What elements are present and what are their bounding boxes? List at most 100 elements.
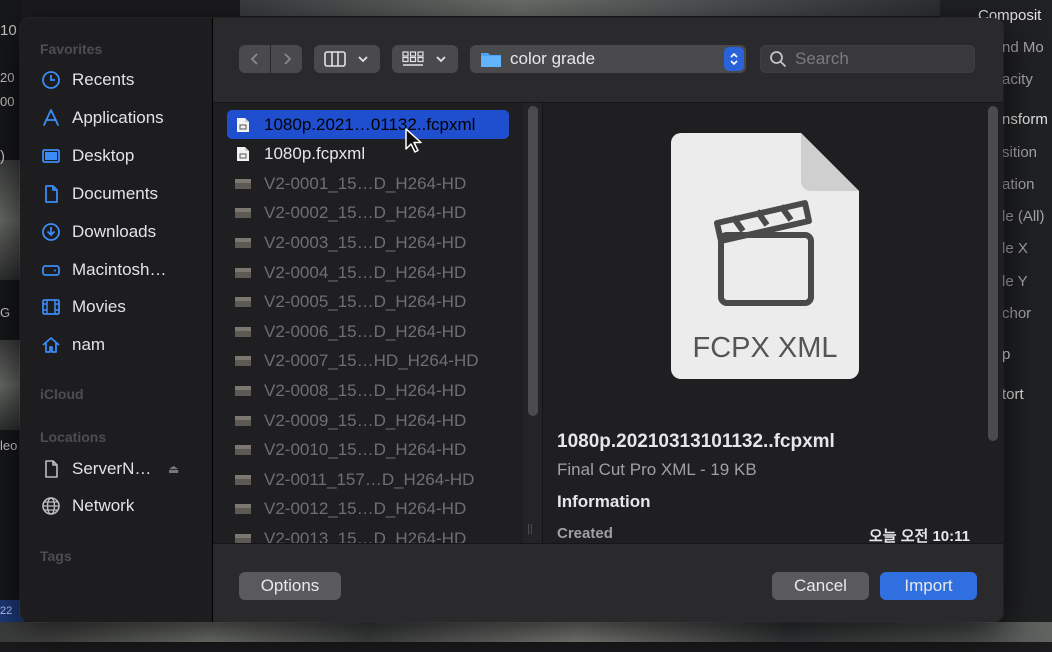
search-input[interactable] bbox=[793, 48, 967, 70]
search-field[interactable] bbox=[760, 45, 975, 73]
location-label: color grade bbox=[510, 49, 596, 68]
file-row: V2-0002_15…D_H264-HD bbox=[227, 199, 509, 228]
toolbar: color grade bbox=[213, 18, 1003, 103]
sidebar-section-locations: Locations bbox=[40, 429, 107, 445]
video-thumbnail-icon bbox=[235, 237, 251, 248]
sidebar: Favorites Recents Applications Desktop D… bbox=[20, 18, 213, 622]
download-icon bbox=[40, 221, 62, 243]
import-dialog: Favorites Recents Applications Desktop D… bbox=[20, 18, 1003, 622]
background-timeline-strip bbox=[0, 622, 1052, 642]
file-name: V2-0007_15…HD_H264-HD bbox=[264, 351, 479, 371]
sidebar-item-recents[interactable]: Recents bbox=[40, 63, 204, 97]
file-name: V2-0010_15…D_H264-HD bbox=[264, 440, 467, 460]
inspector-row: tort bbox=[1002, 386, 1024, 403]
preview-scrollbar[interactable] bbox=[988, 106, 998, 441]
video-thumbnail-icon bbox=[235, 415, 251, 426]
sidebar-item-home[interactable]: nam bbox=[40, 328, 204, 362]
chevron-down-icon bbox=[358, 56, 368, 63]
clock-icon bbox=[40, 69, 62, 91]
back-button[interactable] bbox=[239, 45, 270, 73]
file-name: V2-0008_15…D_H264-HD bbox=[264, 380, 467, 400]
file-name: V2-0013_15…D_H264-HD bbox=[264, 528, 467, 543]
group-by-button[interactable] bbox=[392, 45, 458, 73]
background-thumbnail bbox=[0, 340, 22, 430]
video-thumbnail-icon bbox=[235, 445, 251, 456]
file-name: V2-0004_15…D_H264-HD bbox=[264, 262, 467, 282]
file-row: V2-0003_15…D_H264-HD bbox=[227, 228, 509, 257]
view-mode-button[interactable] bbox=[314, 45, 380, 73]
columns-view-icon bbox=[324, 51, 346, 67]
preview-file-name: 1080p.20210313101132..fcpxml bbox=[557, 431, 835, 452]
file-row: V2-0005_15…D_H264-HD bbox=[227, 288, 509, 317]
background-thumbnail bbox=[0, 160, 22, 280]
import-button[interactable]: Import bbox=[880, 572, 977, 600]
file-list-scrollbar[interactable] bbox=[528, 106, 538, 416]
file-row: V2-0012_15…D_H264-HD bbox=[227, 495, 509, 524]
video-thumbnail-icon bbox=[235, 326, 251, 337]
location-popup[interactable]: color grade bbox=[470, 45, 746, 73]
search-icon bbox=[770, 51, 787, 68]
file-list[interactable]: 1080p.2021…01132..fcpxml 1080p.fcpxml V2-0… bbox=[213, 103, 523, 543]
background-text: G bbox=[0, 305, 11, 320]
sidebar-item-label: Documents bbox=[72, 184, 158, 203]
file-row: V2-0010_15…D_H264-HD bbox=[227, 436, 509, 465]
inspector-row: nsform bbox=[1002, 111, 1048, 128]
preview-information-heading: Information bbox=[557, 492, 651, 511]
file-name: V2-0009_15…D_H264-HD bbox=[264, 410, 467, 430]
background-viewer-strip bbox=[240, 0, 940, 16]
file-row: V2-0011_157…D_H264-HD bbox=[227, 465, 509, 494]
sidebar-item-label: nam bbox=[72, 335, 106, 354]
forward-button[interactable] bbox=[271, 45, 302, 73]
file-icon bbox=[40, 458, 62, 480]
file-row[interactable]: 1080p.fcpxml bbox=[227, 140, 509, 169]
inspector-row: chor bbox=[1002, 305, 1032, 322]
document-icon-label: FCPX XML bbox=[692, 332, 837, 364]
sidebar-item-label: Recents bbox=[72, 70, 135, 89]
sidebar-item-label: Applications bbox=[72, 108, 164, 127]
sidebar-item-label: Macintosh… bbox=[72, 260, 167, 279]
sidebar-item-macintosh[interactable]: Macintosh… bbox=[40, 253, 204, 287]
sidebar-item-label: Network bbox=[72, 496, 135, 515]
globe-icon bbox=[40, 495, 62, 517]
file-name: V2-0003_15…D_H264-HD bbox=[264, 232, 467, 252]
document-icon bbox=[40, 183, 62, 205]
xml-file-icon bbox=[237, 147, 249, 162]
inspector-row: nd Mo bbox=[1002, 39, 1044, 56]
sidebar-item-network[interactable]: Network bbox=[40, 489, 204, 523]
xml-file-icon bbox=[237, 117, 249, 132]
sidebar-item-server[interactable]: ServerN… bbox=[40, 452, 204, 486]
sidebar-item-applications[interactable]: Applications bbox=[40, 101, 204, 135]
popup-stepper-icon bbox=[724, 47, 744, 71]
file-row[interactable]: 1080p.2021…01132..fcpxml bbox=[227, 110, 509, 139]
sidebar-item-label: Desktop bbox=[72, 146, 135, 165]
column-resize-handle[interactable]: || bbox=[527, 523, 533, 535]
sidebar-item-documents[interactable]: Documents bbox=[40, 177, 204, 211]
video-thumbnail-icon bbox=[235, 504, 251, 515]
sidebar-item-label: ServerN… bbox=[72, 459, 152, 478]
file-name: V2-0005_15…D_H264-HD bbox=[264, 292, 467, 312]
sidebar-item-downloads[interactable]: Downloads bbox=[40, 215, 204, 249]
video-thumbnail-icon bbox=[235, 533, 251, 543]
file-name: V2-0002_15…D_H264-HD bbox=[264, 203, 467, 223]
file-name: V2-0012_15…D_H264-HD bbox=[264, 499, 467, 519]
video-thumbnail-icon bbox=[235, 297, 251, 308]
sidebar-section-tags: Tags bbox=[40, 548, 72, 564]
chevron-right-icon bbox=[283, 53, 291, 65]
file-row: V2-0006_15…D_H264-HD bbox=[227, 317, 509, 346]
film-icon bbox=[40, 296, 62, 318]
drive-icon bbox=[40, 259, 62, 281]
chevron-down-icon bbox=[436, 56, 446, 63]
cancel-button[interactable]: Cancel bbox=[772, 572, 869, 600]
options-button[interactable]: Options bbox=[239, 572, 341, 600]
sidebar-item-movies[interactable]: Movies bbox=[40, 290, 204, 324]
inspector-row: acity bbox=[1002, 71, 1033, 88]
sidebar-item-desktop[interactable]: Desktop bbox=[40, 139, 204, 173]
sidebar-section-favorites: Favorites bbox=[40, 41, 103, 57]
inspector-row: p bbox=[1002, 346, 1011, 363]
inspector-row: sition bbox=[1002, 144, 1038, 161]
video-thumbnail-icon bbox=[235, 267, 251, 278]
home-icon bbox=[40, 334, 62, 356]
eject-icon[interactable]: ⏏ bbox=[168, 462, 179, 476]
file-row: V2-0008_15…D_H264-HD bbox=[227, 376, 509, 405]
dialog-footer: Options Cancel Import bbox=[213, 543, 1003, 622]
